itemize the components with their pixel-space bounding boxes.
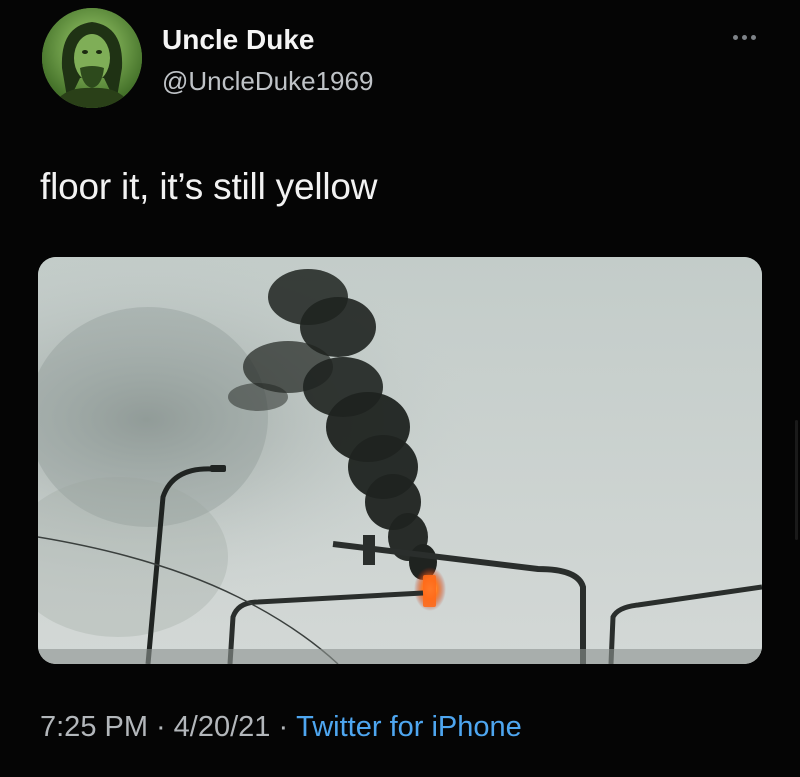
- author-avatar[interactable]: [42, 8, 142, 108]
- burning-traffic-light-photo: [38, 257, 762, 664]
- ellipsis-icon: [732, 34, 738, 40]
- tweet-text: floor it, it’s still yellow: [40, 166, 378, 207]
- ellipsis-icon: [750, 34, 756, 40]
- tweet-media-photo[interactable]: [38, 257, 762, 664]
- ellipsis-icon: [741, 34, 747, 40]
- tweet-meta: 7:25 PM · 4/20/21 · Twitter for iPhone: [40, 711, 522, 744]
- author-handle[interactable]: @UncleDuke1969: [162, 66, 373, 97]
- scrollbar[interactable]: [795, 420, 798, 540]
- more-options-button[interactable]: [724, 22, 764, 52]
- tweet-time[interactable]: 7:25 PM: [40, 711, 148, 743]
- meta-separator: ·: [156, 711, 166, 743]
- author-display-name[interactable]: Uncle Duke: [162, 24, 315, 56]
- meta-separator: ·: [278, 711, 289, 743]
- tweet-date[interactable]: 4/20/21: [174, 711, 271, 743]
- tweet-card: Uncle Duke @UncleDuke1969 floor it, it’s…: [0, 0, 800, 777]
- tweet-source-link[interactable]: Twitter for iPhone: [296, 711, 522, 743]
- avatar-portrait-image: [42, 8, 142, 108]
